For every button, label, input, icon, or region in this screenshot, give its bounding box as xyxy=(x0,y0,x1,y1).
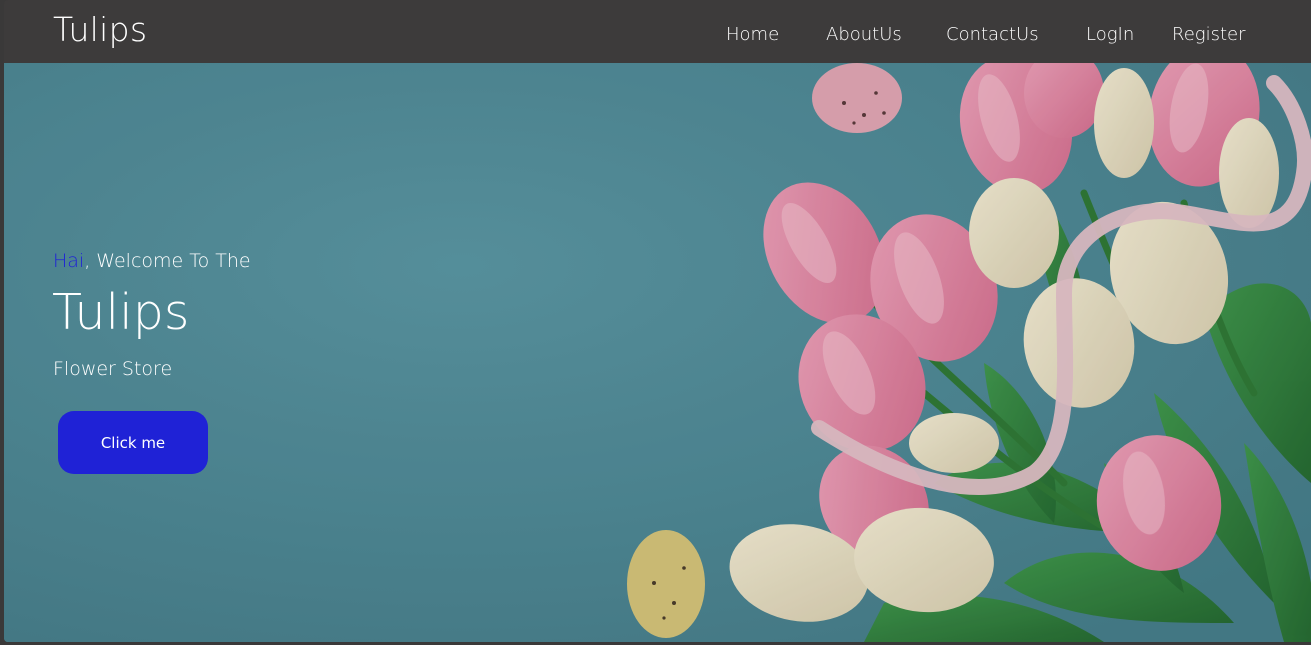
page-frame: Tulips Home AboutUs ContactUs LogIn Regi… xyxy=(4,0,1311,642)
greeting-accent: Hai xyxy=(53,250,85,272)
hero-greeting: Hai, Welcome To The xyxy=(53,250,251,272)
tulip-bouquet-illustration xyxy=(4,63,1311,642)
click-me-button[interactable]: Click me xyxy=(58,411,208,474)
nav-link-register[interactable]: Register xyxy=(1172,24,1246,45)
nav-link-contact-us[interactable]: ContactUs xyxy=(946,24,1039,45)
nav-link-login[interactable]: LogIn xyxy=(1086,24,1134,45)
nav-link-about-us[interactable]: AboutUs xyxy=(826,24,902,45)
nav-link-home[interactable]: Home xyxy=(726,24,779,45)
hero-title: Tulips xyxy=(52,284,190,341)
top-navbar: Tulips Home AboutUs ContactUs LogIn Regi… xyxy=(4,0,1311,64)
greeting-text: , Welcome To The xyxy=(84,250,251,272)
hero-subtitle: Flower Store xyxy=(53,358,173,380)
hero-banner: Hai, Welcome To The Tulips Flower Store … xyxy=(4,63,1311,642)
brand-logo-text[interactable]: Tulips xyxy=(53,10,147,49)
